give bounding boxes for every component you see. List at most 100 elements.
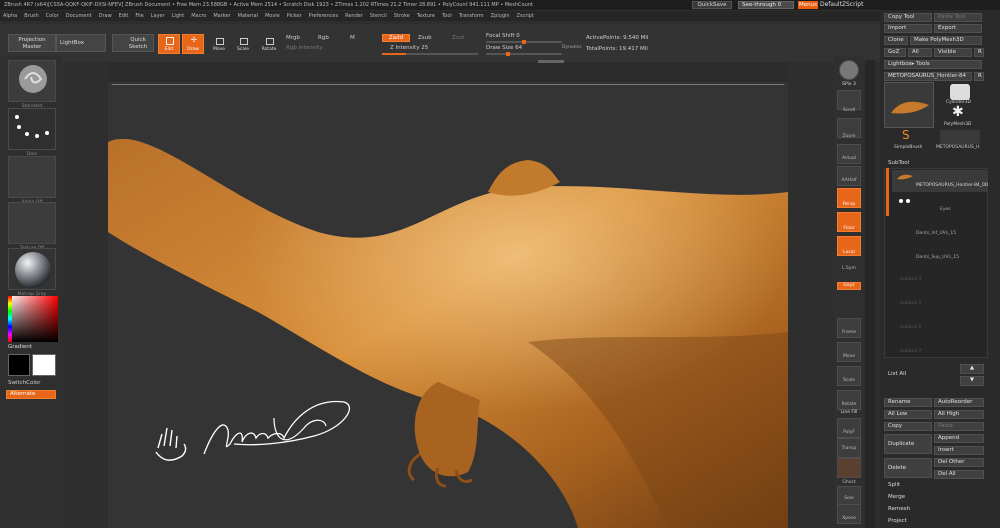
rotate-view-button[interactable] (837, 390, 861, 410)
goz-all-button[interactable]: All (908, 48, 932, 57)
project-section[interactable]: Project (888, 518, 907, 524)
color-picker[interactable] (8, 296, 58, 342)
z-intensity-track[interactable] (382, 53, 478, 55)
document-canvas[interactable] (108, 82, 788, 528)
paste-tool-button[interactable]: Paste Tool (934, 13, 982, 22)
scale-view-button[interactable] (837, 366, 861, 386)
stroke-thumbnail[interactable]: Dots (8, 108, 56, 157)
del-other-button[interactable]: Del Other (934, 458, 984, 467)
cylinder3d-icon[interactable] (950, 84, 970, 100)
focal-shift-knob[interactable] (522, 40, 526, 44)
quick-sketch-button[interactable]: Quick Sketch (112, 34, 154, 52)
menu-item[interactable]: Stencil (370, 13, 387, 19)
append-button[interactable]: Append (934, 434, 984, 443)
menu-item[interactable]: Stroke (394, 13, 410, 19)
material-thumbnail[interactable]: Matcap Gray (8, 248, 56, 297)
texture-thumbnail[interactable]: Texture Off (8, 202, 56, 251)
auto-reorder-button[interactable]: AutoReorder (934, 398, 984, 407)
subtool-row[interactable]: Eyes (892, 194, 988, 216)
move-view-button[interactable] (837, 342, 861, 362)
quicksave-button[interactable]: QuickSave (692, 1, 732, 9)
menu-item[interactable]: Material (238, 13, 258, 19)
menu-item[interactable]: Macro (191, 13, 206, 19)
zadd-button[interactable]: Zadd (382, 34, 410, 42)
polyf-button[interactable] (837, 418, 861, 438)
subtool-row[interactable]: Dents_Inf_UVs_15 (892, 218, 988, 240)
insert-button[interactable]: Insert (934, 446, 984, 455)
menu-item[interactable]: Zscript (517, 13, 534, 19)
rgb-intensity-slider[interactable]: Rgb Intensity (286, 45, 323, 51)
subtool-row[interactable]: Dents_Sup_UVs_15 (892, 242, 988, 264)
menu-item[interactable]: Color (46, 13, 59, 19)
rgb-toggle[interactable]: Rgb (318, 35, 329, 41)
menu-item[interactable]: Layer (151, 13, 165, 19)
copy-tool-button[interactable]: Copy Tool (884, 13, 932, 22)
focal-shift-track[interactable] (486, 40, 562, 44)
menu-item[interactable]: Draw (99, 13, 112, 19)
list-all-button[interactable]: List All (888, 371, 906, 377)
actual-button[interactable] (837, 144, 861, 164)
frame-button[interactable] (837, 318, 861, 338)
paste-subtool-button[interactable]: Paste (934, 422, 984, 431)
all-low-button[interactable]: All Low (884, 410, 932, 419)
scroll-button[interactable] (837, 90, 861, 110)
current-tool-slider[interactable]: METOPOSAURUS_Hontier-84 (884, 72, 972, 81)
z-intensity-slider[interactable]: Z Intensity 25 (390, 45, 428, 51)
alpha-thumbnail[interactable]: Alpha Off (8, 156, 56, 205)
lsym-button[interactable]: L.Sym (834, 266, 864, 271)
scale-button[interactable]: Scale (232, 34, 254, 54)
aahalf-button[interactable] (837, 166, 861, 186)
simplebrush-icon[interactable]: S (902, 128, 910, 142)
zsub-button[interactable]: Zsub (418, 35, 432, 41)
copy-subtool-button[interactable]: Copy (884, 422, 932, 431)
focal-shift-slider[interactable]: Focal Shift 0 (486, 33, 520, 39)
delete-button[interactable]: Delete (884, 458, 932, 478)
menu-item[interactable]: File (135, 13, 143, 19)
spix-label[interactable]: SPix 3 (834, 82, 864, 87)
goz-visible-button[interactable]: Visible (934, 48, 972, 57)
canvas-scroll-handle[interactable] (538, 60, 564, 63)
rotate-button[interactable]: Rotate (258, 34, 280, 54)
remesh-section[interactable]: Remesh (888, 506, 910, 512)
subtool-header[interactable]: SubTool (888, 160, 909, 166)
draw-size-slider[interactable]: Draw Size 64 (486, 45, 522, 51)
menu-item[interactable]: Light (172, 13, 184, 19)
draw-button[interactable]: ✢ Draw (182, 34, 204, 54)
lightbox-tools-button[interactable]: Lightbox▸ Tools (884, 60, 982, 69)
menu-item[interactable]: Picker (287, 13, 302, 19)
menu-item[interactable]: Render (345, 13, 363, 19)
line-fill-button[interactable]: Line Fill (834, 410, 864, 415)
hue-strip[interactable] (8, 296, 12, 342)
subtool-row[interactable]: Subtool 5 (892, 288, 988, 310)
brush-thumbnail[interactable]: Standard (8, 60, 56, 109)
del-all-button[interactable]: Del All (934, 470, 984, 479)
zcut-button[interactable]: Zcut (452, 35, 464, 41)
import-button[interactable]: Import (884, 24, 932, 33)
dynamic-toggle[interactable]: Dynamic (562, 45, 582, 50)
goz-button[interactable]: GoZ (884, 48, 906, 57)
see-through-slider[interactable]: See-through 0 (738, 1, 794, 9)
all-high-button[interactable]: All High (934, 410, 984, 419)
duplicate-button[interactable]: Duplicate (884, 434, 932, 454)
menu-item[interactable]: Document (66, 13, 92, 19)
ghost-button[interactable] (837, 458, 861, 478)
menu-item[interactable]: Tool (442, 13, 452, 19)
rename-button[interactable]: Rename (884, 398, 932, 407)
menu-item[interactable]: Zplugin (491, 13, 510, 19)
menu-item[interactable]: Brush (24, 13, 38, 19)
make-polymesh-button[interactable]: Make PolyMesh3D (910, 36, 982, 45)
mrgb-toggle[interactable]: Mrgb (286, 35, 300, 41)
metoposaurus-thumb[interactable] (940, 130, 980, 144)
arrow-up-icon[interactable]: ▲ (960, 364, 984, 374)
menu-item[interactable]: Marker (213, 13, 230, 19)
draw-size-knob[interactable] (506, 52, 510, 56)
merge-section[interactable]: Merge (888, 494, 905, 500)
menu-item[interactable]: Edit (119, 13, 129, 19)
export-button[interactable]: Export (934, 24, 982, 33)
right-scroll-gutter[interactable] (865, 60, 875, 528)
xpose-button[interactable] (837, 504, 861, 524)
subtool-row[interactable]: METOPOSAURUS_Hontier-84_0D (892, 170, 988, 192)
secondary-color-swatch[interactable] (32, 354, 56, 376)
subtool-row[interactable]: Subtool 7 (892, 336, 988, 358)
tool-thumb-active[interactable] (884, 82, 934, 128)
